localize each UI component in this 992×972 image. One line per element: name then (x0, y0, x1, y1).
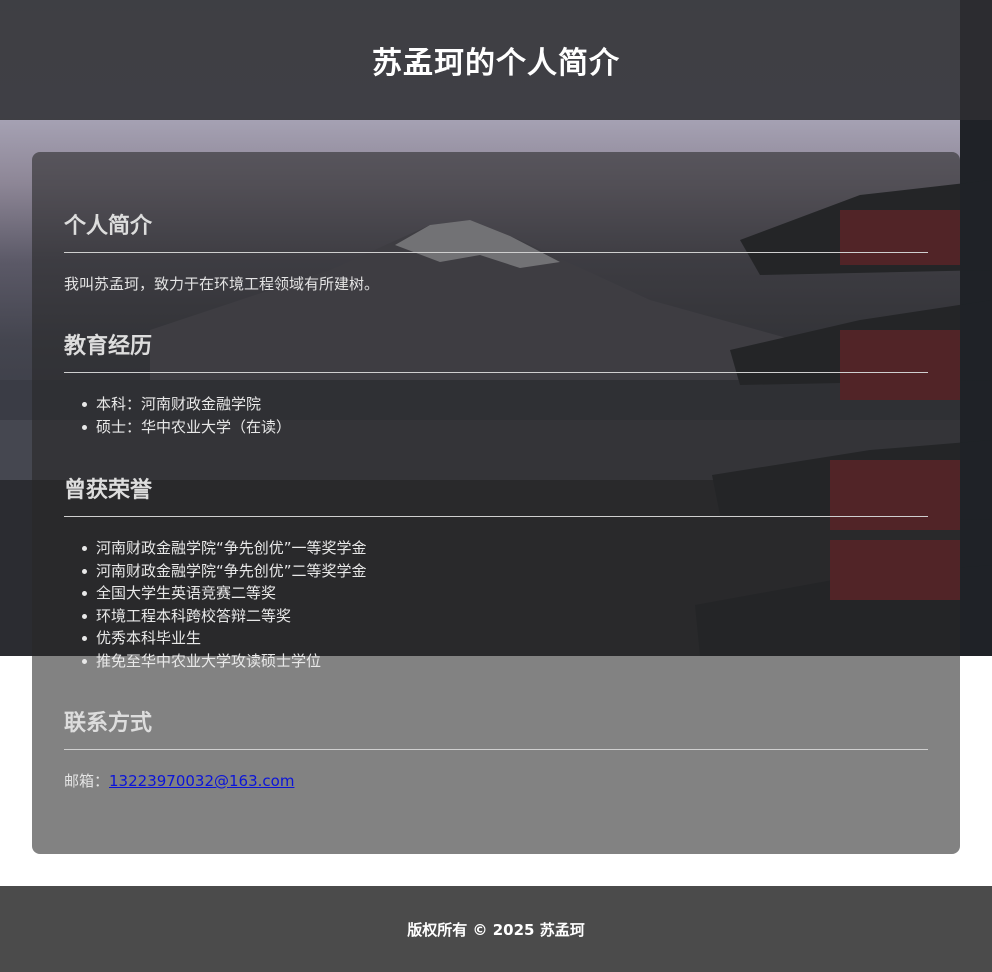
intro-text: 我叫苏孟珂，致力于在环境工程领域有所建树。 (64, 275, 380, 293)
contact-heading: 联系方式 (64, 705, 928, 750)
profile-card: 个人简介 我叫苏孟珂，致力于在环境工程领域有所建树。 教育经历 本科：河南财政金… (32, 152, 960, 854)
copyright-text: 版权所有 © 2025 苏孟珂 (407, 920, 585, 939)
education-list: 本科：河南财政金融学院 硕士：华中农业大学（在读） (64, 393, 928, 438)
honors-section: 曾获荣誉 河南财政金融学院“争先创优”一等奖学金 河南财政金融学院“争先创优”二… (64, 472, 928, 672)
contact-section: 联系方式 邮箱：13223970032@163.com (64, 705, 928, 791)
site-header: 苏孟珂的个人简介 (0, 0, 992, 120)
honors-heading: 曾获荣誉 (64, 472, 928, 517)
contact-row: 邮箱：13223970032@163.com (64, 770, 928, 791)
list-item: 全国大学生英语竞赛二等奖 (82, 582, 928, 605)
list-item: 硕士：华中农业大学（在读） (82, 416, 928, 439)
list-item: 环境工程本科跨校答辩二等奖 (82, 605, 928, 628)
page-title: 苏孟珂的个人简介 (372, 46, 620, 81)
honors-list: 河南财政金融学院“争先创优”一等奖学金 河南财政金融学院“争先创优”二等奖学金 … (64, 537, 928, 672)
site-footer: 版权所有 © 2025 苏孟珂 (0, 886, 992, 972)
intro-section: 个人简介 我叫苏孟珂，致力于在环境工程领域有所建树。 (64, 208, 928, 294)
education-heading: 教育经历 (64, 328, 928, 373)
email-label: 邮箱： (64, 772, 110, 790)
list-item: 优秀本科毕业生 (82, 627, 928, 650)
education-section: 教育经历 本科：河南财政金融学院 硕士：华中农业大学（在读） (64, 328, 928, 438)
list-item: 河南财政金融学院“争先创优”二等奖学金 (82, 560, 928, 583)
intro-heading: 个人简介 (64, 208, 928, 253)
list-item: 河南财政金融学院“争先创优”一等奖学金 (82, 537, 928, 560)
list-item: 推免至华中农业大学攻读硕士学位 (82, 650, 928, 673)
email-link[interactable]: 13223970032@163.com (109, 772, 294, 790)
list-item: 本科：河南财政金融学院 (82, 393, 928, 416)
